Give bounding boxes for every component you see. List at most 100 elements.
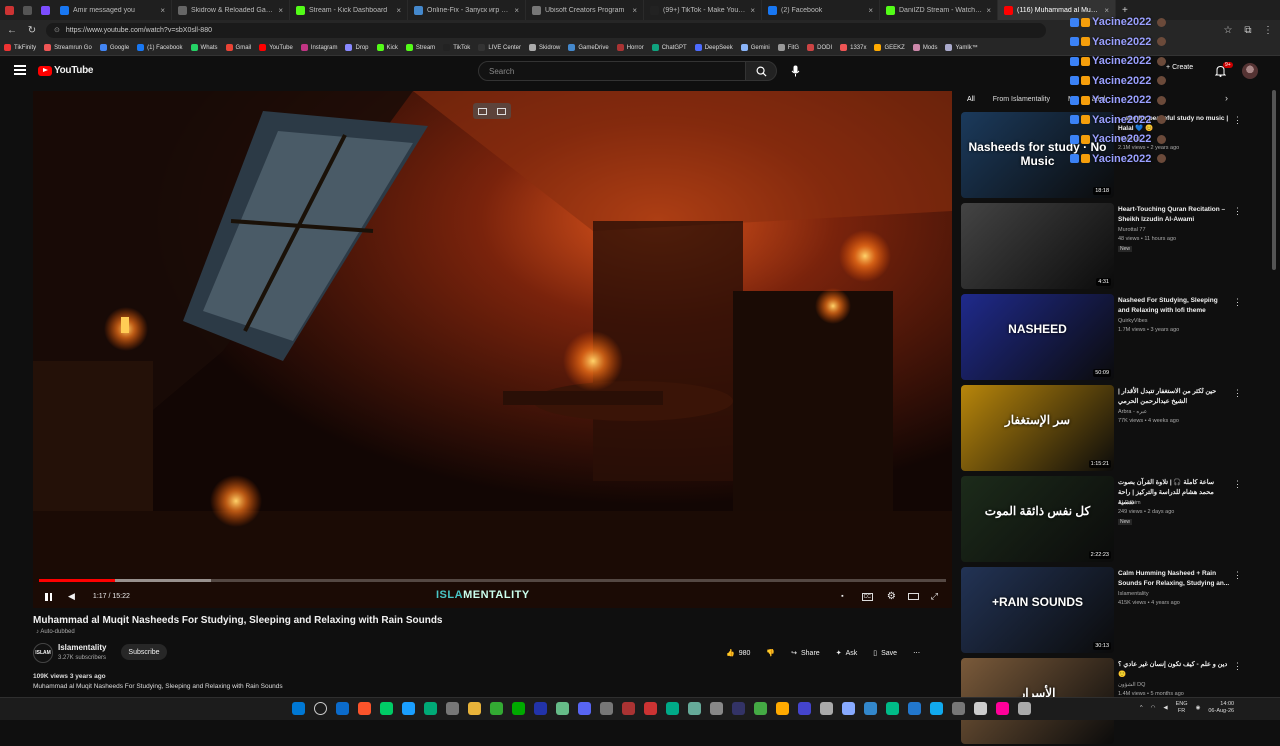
- taskbar-app-icon[interactable]: [908, 702, 921, 715]
- bookmark-item[interactable]: Skidrow: [529, 44, 560, 51]
- taskbar-app-icon[interactable]: [776, 702, 789, 715]
- video-thumbnail[interactable]: +RAIN SOUNDS 30:13: [961, 567, 1114, 653]
- like-button[interactable]: 👍 980: [720, 645, 756, 661]
- reload-icon[interactable]: ↻: [26, 25, 38, 36]
- tab-close-icon[interactable]: ×: [278, 6, 283, 15]
- bookmark-item[interactable]: DeepSeek: [694, 44, 733, 51]
- video-thumbnail[interactable]: كل نفس ذائقة الموت 2:22:23: [961, 476, 1114, 562]
- recommendation-title[interactable]: دين و علم - كيف تكون إنسان غير عادي ؟ 🙂: [1118, 660, 1230, 680]
- bookmark-item[interactable]: Mods: [912, 44, 937, 51]
- taskbar-app-icon[interactable]: [512, 702, 525, 715]
- more-options-icon[interactable]: ⋮: [1233, 297, 1242, 308]
- bookmark-item[interactable]: Whats: [190, 44, 218, 51]
- video-player[interactable]: ◀ 1:17 / 15:22 ▪ CC ⚙ ⤢ ISLAMENTALITY: [33, 91, 952, 608]
- search-button[interactable]: [745, 61, 777, 81]
- tab-close-icon[interactable]: ×: [160, 6, 165, 15]
- theater-mode-icon[interactable]: [907, 593, 919, 600]
- taskbar-app-icon[interactable]: [1018, 702, 1031, 715]
- volume-icon[interactable]: ◀: [68, 591, 75, 602]
- taskbar-app-icon[interactable]: [864, 702, 877, 715]
- wifi-icon[interactable]: ◉: [1196, 705, 1201, 711]
- browser-tab[interactable]: DaniIZD Stream - Watch Live on K...×: [880, 0, 998, 20]
- more-options-icon[interactable]: ⋮: [1233, 115, 1242, 126]
- bookmark-item[interactable]: ChatGPT: [651, 44, 687, 51]
- recommendation-item[interactable]: 4:31 Heart-Touching Quran Recitation – Sh…: [961, 203, 1266, 291]
- taskbar-app-icon[interactable]: [644, 702, 657, 715]
- account-avatar[interactable]: [1242, 63, 1258, 79]
- tab-close-icon[interactable]: ×: [868, 6, 873, 15]
- taskbar-app-icon[interactable]: [336, 702, 349, 715]
- recommendation-item[interactable]: سر الإستغفار 1:15:21 حين تُكثر من الاستغفا…: [961, 385, 1266, 473]
- network-icon[interactable]: ◠: [1151, 705, 1156, 711]
- tab-close-icon[interactable]: ×: [750, 6, 755, 15]
- recommendation-title[interactable]: حين تُكثر من الاستغفار تتبدل الأقدار | ا…: [1118, 387, 1230, 407]
- clock[interactable]: 14:00 06-Aug-26: [1208, 701, 1234, 715]
- more-options-icon[interactable]: ⋮: [1233, 388, 1242, 399]
- page-scrollbar[interactable]: [1272, 90, 1276, 270]
- search-input[interactable]: Search: [478, 61, 746, 81]
- back-icon[interactable]: ←: [6, 25, 18, 36]
- taskbar-app-icon[interactable]: [974, 702, 987, 715]
- chip-1[interactable]: From Islamentality: [988, 94, 1055, 105]
- taskbar-app-icon[interactable]: [490, 702, 503, 715]
- ask-button[interactable]: ✦ Ask: [830, 645, 864, 661]
- recommendation-channel[interactable]: Islamentality: [1118, 591, 1149, 597]
- taskbar-app-icon[interactable]: [446, 702, 459, 715]
- bookmark-item[interactable]: GameDrive: [568, 44, 609, 51]
- browser-tab[interactable]: (2) Facebook ×: [762, 0, 880, 20]
- taskbar-app-icon[interactable]: [600, 702, 613, 715]
- taskbar-app-icon[interactable]: [688, 702, 701, 715]
- site-info-icon[interactable]: ⊙: [54, 26, 60, 34]
- more-options-icon[interactable]: ⋮: [1233, 661, 1242, 672]
- taskbar-search-icon[interactable]: [314, 702, 327, 715]
- video-thumbnail[interactable]: NASHEED 50:09: [961, 294, 1114, 380]
- pause-icon[interactable]: [45, 592, 52, 601]
- taskbar-app-icon[interactable]: [842, 702, 855, 715]
- video-thumbnail[interactable]: 4:31: [961, 203, 1114, 289]
- taskbar-app-icon[interactable]: [886, 702, 899, 715]
- more-options-icon[interactable]: ⋮: [1233, 570, 1242, 581]
- video-thumbnail[interactable]: سر الإستغفار 1:15:21: [961, 385, 1114, 471]
- share-button[interactable]: ↪ Share: [785, 645, 826, 661]
- taskbar-app-icon[interactable]: [380, 702, 393, 715]
- browser-tab[interactable]: Skidrow & Reloaded Games – Do... ×: [172, 0, 290, 20]
- settings-gear-icon[interactable]: ⚙: [887, 591, 896, 602]
- bookmark-item[interactable]: Horror: [616, 44, 644, 51]
- video-progress-bar[interactable]: [39, 579, 946, 582]
- bookmark-item[interactable]: (1) Facebook: [137, 44, 183, 51]
- dislike-button[interactable]: 👎: [760, 645, 781, 661]
- miniplayer-icon[interactable]: [478, 107, 487, 115]
- recommendation-title[interactable]: Calm Humming Nasheed + Rain Sounds For R…: [1118, 569, 1230, 589]
- windows-start-icon[interactable]: [292, 702, 305, 715]
- bookmark-item[interactable]: Stream: [405, 44, 435, 51]
- pip-icon[interactable]: [497, 107, 506, 115]
- bookmark-item[interactable]: Gemini: [740, 44, 770, 51]
- bookmark-item[interactable]: DODI: [807, 44, 832, 51]
- bookmark-item[interactable]: Gmail: [225, 44, 251, 51]
- tab-search-icon[interactable]: [18, 0, 36, 20]
- tab-close-icon[interactable]: ×: [514, 6, 519, 15]
- more-actions-icon[interactable]: ⋯: [907, 645, 926, 661]
- taskbar-app-icon[interactable]: [578, 702, 591, 715]
- bookmark-item[interactable]: Yamlk™: [945, 44, 978, 51]
- taskbar-app-icon[interactable]: [710, 702, 723, 715]
- taskbar-app-icon[interactable]: [666, 702, 679, 715]
- browser-tab[interactable]: (99+) TikTok - Make Your Day ×: [644, 0, 762, 20]
- chip-0[interactable]: All: [962, 94, 980, 105]
- language-indicator[interactable]: ENG FR: [1176, 701, 1188, 715]
- recommendation-channel[interactable]: الشؤون DQ: [1118, 682, 1145, 688]
- bookmark-item[interactable]: FitG: [777, 44, 799, 51]
- browser-tab[interactable]: Ubisoft Creators Program ×: [526, 0, 644, 20]
- recommendation-item[interactable]: كل نفس ذائقة الموت 2:22:23 ساعة كاملة 🎧 | …: [961, 476, 1266, 564]
- url-field[interactable]: ⊙ https://www.youtube.com/watch?v=sbX0sl…: [46, 22, 1046, 38]
- channel-name[interactable]: Islamentality: [58, 643, 106, 652]
- taskbar-app-icon[interactable]: [622, 702, 635, 715]
- taskbar-app-icon[interactable]: [820, 702, 833, 715]
- bookmark-item[interactable]: YouTube: [259, 44, 293, 51]
- pinned-tab-icon[interactable]: [36, 0, 54, 20]
- taskbar-app-icon[interactable]: [424, 702, 437, 715]
- taskbar-app-icon[interactable]: [754, 702, 767, 715]
- taskbar-app-icon[interactable]: [952, 702, 965, 715]
- bookmark-item[interactable]: Kick: [376, 44, 398, 51]
- recommendation-channel[interactable]: Arbra - عبره: [1118, 409, 1147, 415]
